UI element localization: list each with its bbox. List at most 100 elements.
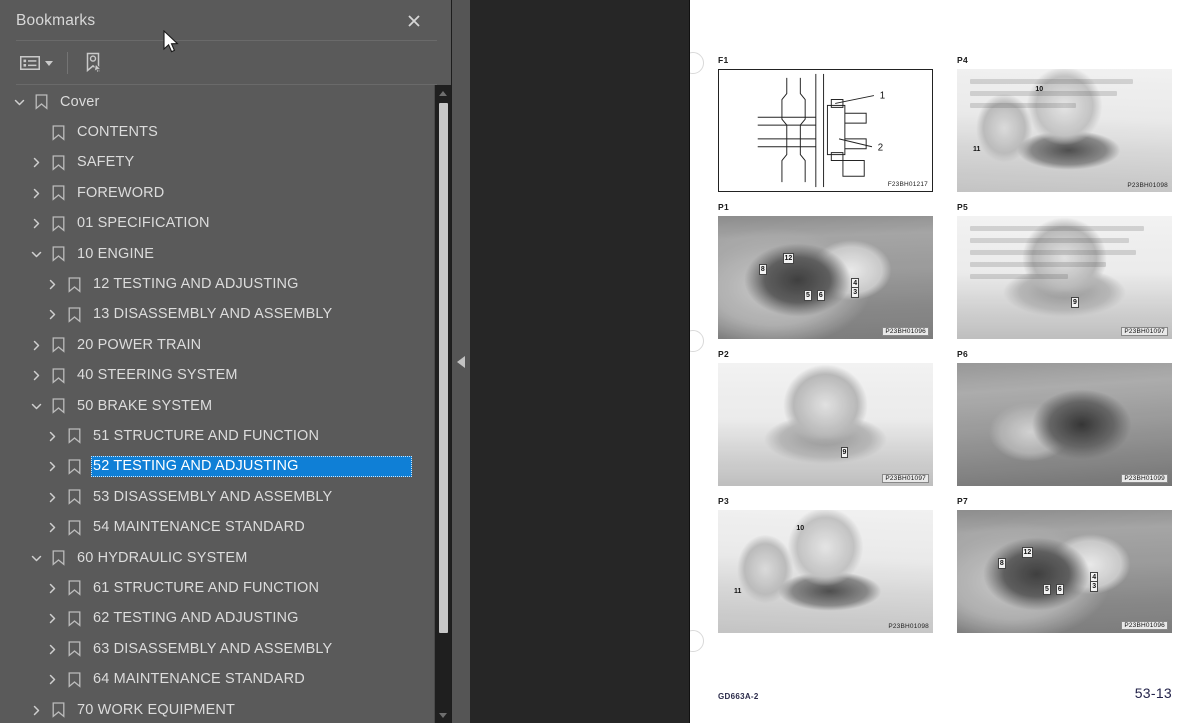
chevron-down-icon[interactable] [45,60,53,66]
chevron-down-icon[interactable] [25,395,47,417]
pdf-page: F1 1 2 F23BH01217 P4 10 11 P23BH01098 P1… [690,0,1200,723]
bookmark-item[interactable]: SAFETY [0,148,434,178]
bookmark-item-label: 62 TESTING AND ADJUSTING [93,610,299,627]
bookmark-item-label: 01 SPECIFICATION [77,215,210,232]
bookmark-item[interactable]: 10 ENGINE [0,239,434,269]
bookmark-item[interactable]: 62 TESTING AND ADJUSTING [0,604,434,634]
bookmark-icon [63,425,85,447]
bookmark-item[interactable]: Cover [0,87,434,117]
svg-text:1: 1 [880,90,885,101]
bookmark-item[interactable]: 61 STRUCTURE AND FUNCTION [0,573,434,603]
bookmark-item[interactable]: 54 MAINTENANCE STANDARD [0,512,434,542]
bookmark-item[interactable]: 12 TESTING AND ADJUSTING [0,269,434,299]
document-code: GD663A-2 [718,692,759,701]
chevron-right-icon[interactable] [41,638,63,660]
figure-code: P23BH01096 [882,327,929,336]
chevron-right-icon[interactable] [41,425,63,447]
figure-body: 12 8 5 6 4 3 P23BH01096 [718,216,933,339]
new-bookmark-icon[interactable] [80,48,108,78]
page-content: F1 1 2 F23BH01217 P4 10 11 P23BH01098 P1… [690,0,1200,723]
bookmark-item-label: SAFETY [77,154,135,171]
bookmark-item[interactable]: 13 DISASSEMBLY AND ASSEMBLY [0,300,434,330]
bookmark-item[interactable]: 40 STEERING SYSTEM [0,361,434,391]
chevron-right-icon[interactable] [41,304,63,326]
bookmark-item-label: 10 ENGINE [77,245,155,262]
figure-grid: F1 1 2 F23BH01217 P4 10 11 P23BH01098 P1… [718,55,1172,633]
list-options-icon[interactable] [16,48,55,78]
bookmark-item[interactable]: 63 DISASSEMBLY AND ASSEMBLY [0,634,434,664]
bookmark-icon [47,395,69,417]
chevron-right-icon[interactable] [25,334,47,356]
scroll-down-arrow-icon[interactable] [435,707,451,723]
figure-body: P23BH01099 [957,363,1172,486]
bookmark-icon [47,122,69,144]
close-icon[interactable] [401,8,427,34]
chevron-right-icon[interactable] [25,152,47,174]
pdf-reader-window: Bookmarks Cover CONTENTS SAFETY FOREWORD… [0,0,1200,723]
bookmark-item-label: 64 MAINTENANCE STANDARD [93,671,305,688]
ghost-text [969,78,1159,115]
collapse-left-arrow-icon[interactable] [457,355,465,368]
chevron-right-icon[interactable] [41,577,63,599]
document-viewer[interactable]: F1 1 2 F23BH01217 P4 10 11 P23BH01098 P1… [470,0,1200,723]
figure-callout: 9 [1070,297,1079,309]
figure-p1: P1 12 8 5 6 4 3 P23BH01096 [718,202,933,339]
bookmark-item[interactable]: 01 SPECIFICATION [0,209,434,239]
chevron-down-icon[interactable] [8,91,30,113]
chevron-right-icon[interactable] [25,182,47,204]
bookmark-item[interactable]: 20 POWER TRAIN [0,330,434,360]
chevron-right-icon[interactable] [41,669,63,691]
bookmarks-scrollbar[interactable] [434,85,451,723]
figure-callout: 12 [1021,546,1034,558]
panel-collapse-handle[interactable] [452,0,470,723]
chevron-right-icon[interactable] [41,486,63,508]
bookmark-icon [63,669,85,691]
figure-body: 12 8 5 6 4 3 P23BH01096 [957,510,1172,633]
bookmark-item[interactable]: 53 DISASSEMBLY AND ASSEMBLY [0,482,434,512]
chevron-down-icon[interactable] [25,547,47,569]
figure-photo [718,216,933,339]
figure-tag: P7 [957,496,968,506]
chevron-right-icon[interactable] [41,456,63,478]
bookmark-item[interactable]: 64 MAINTENANCE STANDARD [0,664,434,694]
chevron-right-icon[interactable] [41,517,63,539]
bookmark-item-label: 61 STRUCTURE AND FUNCTION [93,579,320,596]
scrollbar-thumb[interactable] [439,103,448,633]
figure-p3: P3 10 11 P23BH01098 [718,496,933,633]
bookmark-icon [47,547,69,569]
figure-tag: P2 [718,349,729,359]
bookmark-item[interactable]: FOREWORD [0,178,434,208]
figure-body: 9 P23BH01097 [718,363,933,486]
bookmarks-tree-container: Cover CONTENTS SAFETY FOREWORD 01 SPECIFICAT… [0,85,451,723]
figure-callout: 10 [796,524,805,532]
chevron-right-icon[interactable] [25,699,47,721]
panel-title: Bookmarks [16,11,96,29]
bookmark-icon [30,91,52,113]
figure-tag: P6 [957,349,968,359]
chevron-right-icon[interactable] [25,365,47,387]
bookmark-icon [63,456,85,478]
scroll-up-arrow-icon[interactable] [435,85,451,101]
figure-photo [718,363,933,486]
bookmark-item-label: 60 HYDRAULIC SYSTEM [77,549,248,566]
chevron-down-icon[interactable] [25,243,47,265]
chevron-right-icon[interactable] [41,274,63,296]
bookmark-item[interactable]: CONTENTS [0,117,434,147]
bookmark-item-selected[interactable]: 52 TESTING AND ADJUSTING [0,452,434,482]
bookmark-item-label: 52 TESTING AND ADJUSTING [91,456,412,478]
bookmark-item[interactable]: 50 BRAKE SYSTEM [0,391,434,421]
bookmark-icon [63,517,85,539]
bookmark-item[interactable]: 70 WORK EQUIPMENT [0,695,434,723]
figure-code: F23BH01217 [887,181,928,188]
figure-code: P23BH01098 [888,623,929,630]
bookmark-item[interactable]: 51 STRUCTURE AND FUNCTION [0,421,434,451]
bookmark-item-label: 53 DISASSEMBLY AND ASSEMBLY [93,488,333,505]
bookmark-icon [47,152,69,174]
bookmark-item[interactable]: 60 HYDRAULIC SYSTEM [0,543,434,573]
chevron-right-icon[interactable] [41,608,63,630]
figure-p2: P2 9 P23BH01097 [718,349,933,486]
bookmark-icon [63,274,85,296]
chevron-right-icon[interactable] [25,213,47,235]
bookmarks-tree[interactable]: Cover CONTENTS SAFETY FOREWORD 01 SPECIFICAT… [0,85,434,723]
figure-body: 9 P23BH01097 [957,216,1172,339]
